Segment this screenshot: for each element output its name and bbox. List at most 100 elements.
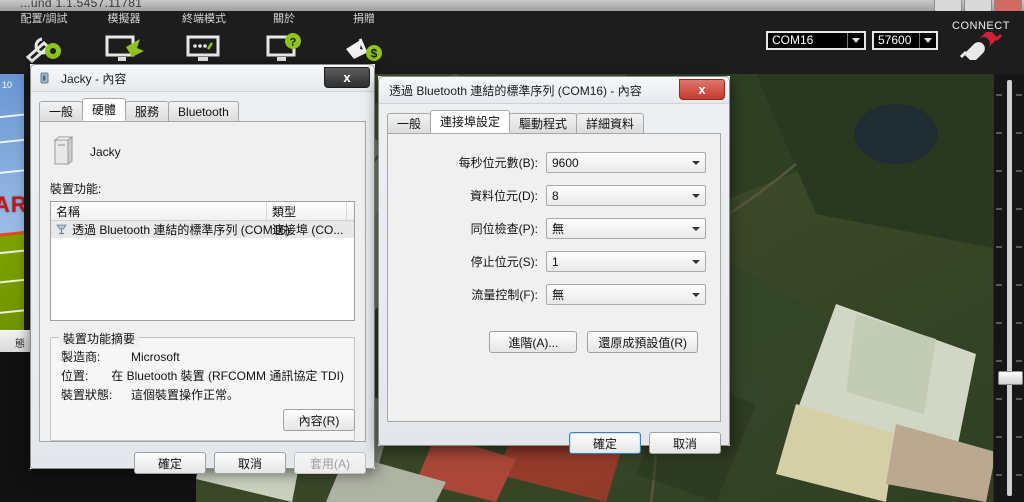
device-list[interactable]: 名稱 類型 透過 Bluetooth 連結的標準序列 (COM16) 連接埠 (… <box>50 201 355 321</box>
simulator-screen-icon <box>84 27 164 69</box>
serial-port-icon <box>55 222 68 238</box>
baud-rate-dropdown[interactable]: 57600 <box>872 30 938 50</box>
wrench-gear-icon <box>4 27 84 69</box>
minimize-button[interactable] <box>934 0 962 11</box>
summary-value: 這個裝置操作正常。 <box>131 388 240 402</box>
data-bits-dropdown[interactable]: 8 <box>546 185 706 206</box>
ok-button[interactable]: 確定 <box>569 432 641 454</box>
device-row-name: 透過 Bluetooth 連結的標準序列 (COM16) <box>51 221 290 238</box>
ok-button[interactable]: 確定 <box>134 452 206 474</box>
plug-connect-icon <box>959 32 1003 60</box>
dialog-titlebar[interactable]: Jacky - 內容 x <box>31 65 374 92</box>
chevron-down-icon[interactable] <box>687 220 704 237</box>
baud-rate-value: 57600 <box>878 32 912 47</box>
summary-key: 製造商: <box>61 350 101 364</box>
close-button[interactable] <box>994 0 1022 11</box>
flow-control-dropdown[interactable]: 無 <box>546 284 706 305</box>
tab-general[interactable]: 一般 <box>387 113 432 133</box>
column-type[interactable]: 類型 <box>267 202 347 220</box>
device-row-type: 連接埠 (CO... <box>272 223 344 237</box>
chevron-down-icon[interactable] <box>919 32 936 48</box>
parity-dropdown[interactable]: 無 <box>546 218 706 239</box>
summary-row-manufacturer: 製造商: Microsoft <box>61 348 344 367</box>
com-port-value: COM16 <box>772 32 814 47</box>
tab-services[interactable]: 服務 <box>125 101 170 121</box>
close-icon[interactable]: x <box>324 67 370 88</box>
dialog-button-row: 確定 取消 <box>387 432 721 454</box>
toolbar-item-about[interactable]: 關於 ? <box>244 11 324 69</box>
svg-text:$: $ <box>371 47 378 61</box>
cancel-button[interactable]: 取消 <box>649 432 721 454</box>
maximize-button[interactable] <box>964 0 992 11</box>
advanced-button[interactable]: 進階(A)... <box>489 331 578 353</box>
port-settings-panel: 每秒位元數(B): 9600 資料位元(D): 8 同位檢查(P): 無 停止位… <box>387 134 721 422</box>
properties-button[interactable]: 內容(R) <box>283 409 355 431</box>
summary-key: 裝置狀態: <box>61 388 113 402</box>
dialog-device-hardware[interactable]: Jacky - 內容 x 一般 硬體 服務 Bluetooth Jacky 裝置… <box>30 64 375 474</box>
connection-area: COM16 57600 CONNECT <box>766 20 1024 60</box>
terminal-screen-icon <box>164 27 244 69</box>
summary-row-location: 位置: 在 Bluetooth 裝置 (RFCOMM 通訊協定 TDI) <box>61 367 344 386</box>
parity-value: 無 <box>552 222 565 236</box>
tab-hardware[interactable]: 硬體 <box>82 98 127 121</box>
chevron-down-icon[interactable] <box>687 154 704 171</box>
chevron-down-icon[interactable] <box>687 286 704 303</box>
device-header: Jacky <box>50 132 355 172</box>
map-zoom-slider[interactable] <box>993 74 1024 502</box>
toolbar-item-label: 模擬器 <box>107 13 141 25</box>
field-label: 同位檢查(P): <box>470 222 538 236</box>
tab-driver[interactable]: 驅動程式 <box>509 113 578 133</box>
tab-bar: 一般 硬體 服務 Bluetooth <box>39 98 366 122</box>
field-flow-control: 流量控制(F): 無 <box>402 284 706 305</box>
map-zoom-rail <box>1007 80 1012 496</box>
cancel-button[interactable]: 取消 <box>214 452 286 474</box>
computer-icon <box>50 135 76 170</box>
port-action-row: 進階(A)... 還原成預設值(R) <box>402 331 706 353</box>
field-label: 流量控制(F): <box>471 288 538 302</box>
restore-defaults-button[interactable]: 還原成預設值(R) <box>587 331 698 353</box>
device-summary-title: 裝置功能摘要 <box>59 330 140 347</box>
dialog-titlebar[interactable]: 透過 Bluetooth 連結的標準序列 (COM16) - 內容 x <box>379 77 729 104</box>
chevron-down-icon[interactable] <box>687 187 704 204</box>
dialog-title-text: Jacky - 內容 <box>61 71 127 86</box>
tab-general[interactable]: 一般 <box>39 101 84 121</box>
toolbar-item-simulator[interactable]: 模擬器 <box>84 11 164 69</box>
tab-bluetooth[interactable]: Bluetooth <box>168 101 239 121</box>
tab-bar: 一般 連接埠設定 驅動程式 詳細資料 <box>387 110 721 134</box>
svg-text:?: ? <box>290 37 297 49</box>
tab-details[interactable]: 詳細資料 <box>576 113 645 133</box>
chevron-down-icon[interactable] <box>687 253 704 270</box>
close-icon[interactable]: x <box>679 79 725 100</box>
chevron-down-icon[interactable] <box>847 32 864 48</box>
window-controls[interactable] <box>934 0 1022 11</box>
toolbar-item-donate[interactable]: 捐贈 $ <box>324 11 404 69</box>
dialog-port-settings[interactable]: 透過 Bluetooth 連結的標準序列 (COM16) - 內容 x 一般 連… <box>378 76 730 454</box>
com-port-dropdown[interactable]: COM16 <box>766 30 866 50</box>
toolbar-item-config[interactable]: 配置/調試 <box>4 11 84 69</box>
donate-plane-icon: $ <box>324 27 404 69</box>
tab-port-settings[interactable]: 連接埠設定 <box>430 110 511 133</box>
bits-per-second-dropdown[interactable]: 9600 <box>546 152 706 173</box>
table-row[interactable]: 透過 Bluetooth 連結的標準序列 (COM16) 連接埠 (CO... <box>51 221 354 238</box>
toolbar-items: 配置/調試 模擬器 終端模式 關於 ? 捐贈 $ <box>4 11 404 69</box>
field-data-bits: 資料位元(D): 8 <box>402 185 706 206</box>
stop-bits-dropdown[interactable]: 1 <box>546 251 706 272</box>
properties-button-row: 內容(R) <box>283 409 355 431</box>
device-name: Jacky <box>90 145 121 159</box>
toolbar-item-label: 捐贈 <box>353 13 375 25</box>
dialog-body: 一般 連接埠設定 驅動程式 詳細資料 每秒位元數(B): 9600 資料位元(D… <box>379 104 729 462</box>
toolbar-item-label: 配置/調試 <box>20 13 68 25</box>
apply-button: 套用(A) <box>294 452 366 474</box>
dialog-title-text: 透過 Bluetooth 連結的標準序列 (COM16) - 內容 <box>389 83 642 98</box>
app-titlebar: ...und 1.1.5457.11781 <box>0 0 1024 11</box>
field-parity: 同位檢查(P): 無 <box>402 218 706 239</box>
summary-key: 位置: <box>61 369 89 383</box>
toolbar-item-terminal[interactable]: 終端模式 <box>164 11 244 69</box>
field-label: 停止位元(S): <box>470 255 538 269</box>
map-zoom-handle[interactable] <box>998 371 1023 385</box>
device-functions-label: 裝置功能: <box>50 182 102 196</box>
connect-button[interactable]: CONNECT <box>944 20 1018 60</box>
summary-value: Microsoft <box>131 350 180 364</box>
column-name[interactable]: 名稱 <box>51 202 267 220</box>
field-bits-per-second: 每秒位元數(B): 9600 <box>402 152 706 173</box>
